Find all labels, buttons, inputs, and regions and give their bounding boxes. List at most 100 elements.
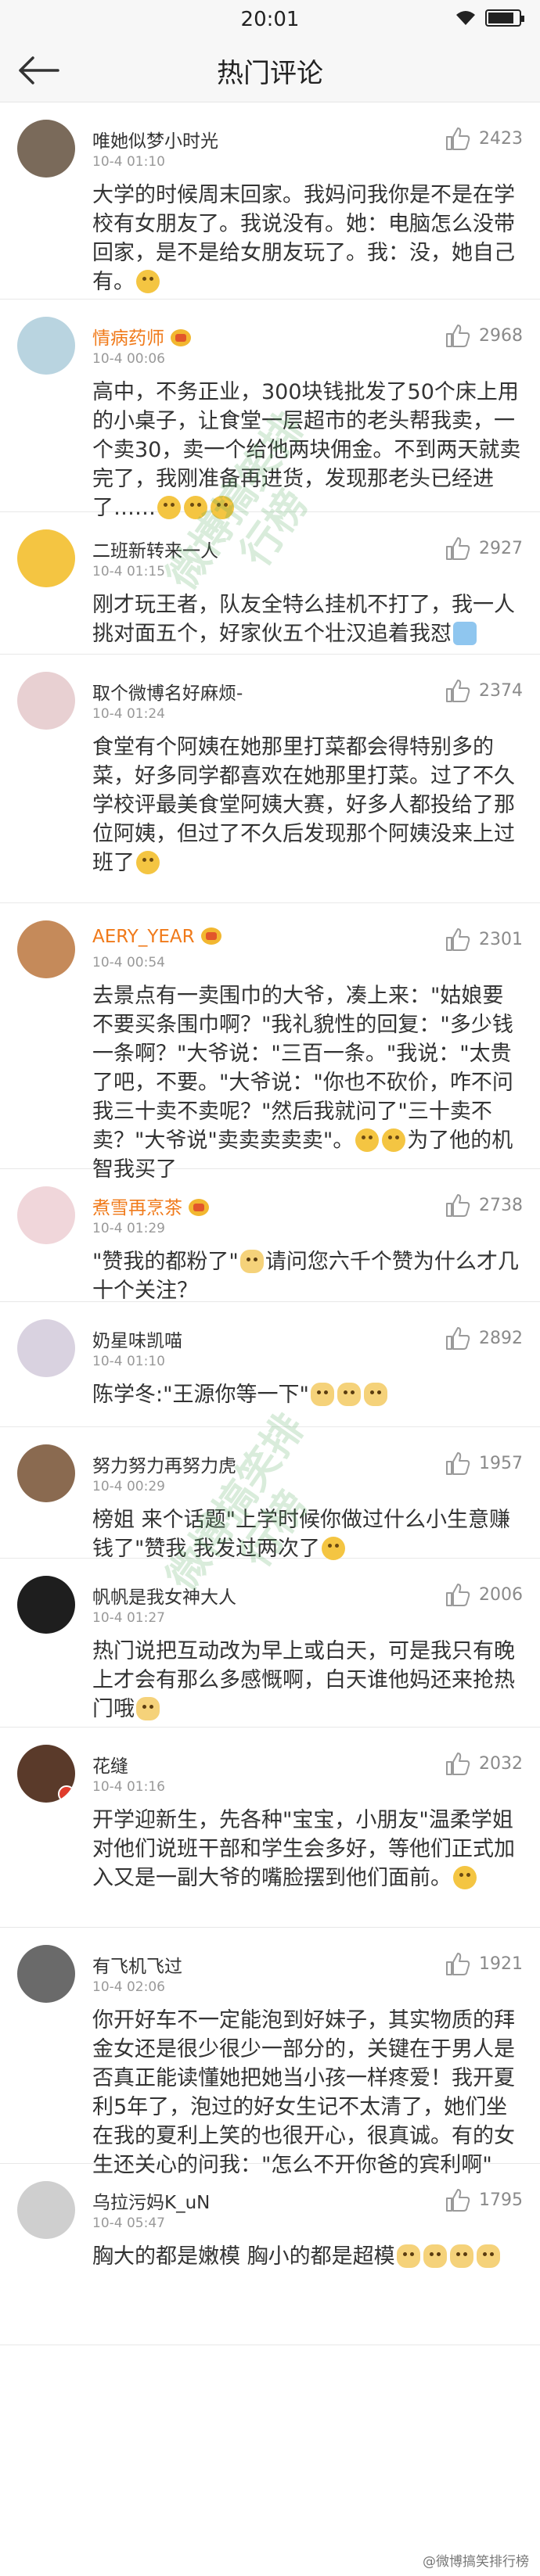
like-button[interactable]: 2423 [445,126,523,151]
avatar[interactable] [17,920,75,978]
comment-body: 刚才玩王者，队友全特么挂机不打了，我一人挑对面五个，好家伙五个壮汉追着我怼 [92,593,515,646]
comment-time: 10-4 00:29 [92,1479,165,1494]
comment-body: 去景点有一卖围巾的大爷，凑上来："姑娘要不要买条围巾啊？"我礼貌性的回复："多少… [92,984,513,1153]
like-button[interactable]: 2927 [445,536,523,561]
username-text: 努力努力再努力虎 [92,1456,236,1476]
smile-emoji-icon [136,851,160,874]
username[interactable]: 乌拉污妈K_uN [92,2187,210,2214]
comment-item: AERY_YEAR 10-4 00:54 2301 去景点有一卖围巾的大爷，凑上来："… [0,903,540,1182]
comment-text: 陈学冬:"王源你等一下" [92,1380,524,1409]
comment-body: 你开好车不一定能泡到好妹子，其实物质的拜金女还是很少很少一部分的，关键在于男人是… [92,2008,515,2177]
comment-text: 食堂有个阿姨在她那里打菜都会得特别多的菜，好多同学都喜欢在她那里打菜。过了不久学… [92,733,524,877]
username[interactable]: 煮雪再烹茶 [92,1193,209,1219]
cat-emoji-icon [423,2244,447,2268]
username[interactable]: 情病药师 [92,323,191,350]
status-bar: 20:01 [0,0,540,39]
like-button[interactable]: 2301 [445,927,523,952]
username[interactable]: 二班新转来一人 [92,536,218,562]
thumbs-up-icon [446,325,470,347]
cat-emoji-icon [476,2244,500,2268]
comment-list: 唯她似梦小时光 10-4 01:10 2423 大学的时候周末回家。我妈问我你是不是在… [0,102,540,2345]
cat-emoji-icon [239,1250,264,1273]
like-button[interactable]: 2006 [445,1582,523,1607]
like-count: 2423 [479,128,523,149]
username[interactable]: 帆帆是我女神大人 [92,1582,236,1609]
comment-item: 花缝 10-4 01:16 2032 开学迎新生，先各种"宝宝，小朋友"温柔学姐对他们… [0,1727,540,1928]
comment-time: 10-4 00:06 [92,351,165,367]
like-button[interactable]: 1957 [445,1451,523,1476]
username[interactable]: 取个微博名好麻烦- [92,678,243,705]
avatar[interactable] [17,1444,75,1502]
comment-text: 榜姐 来个话题"上学时候你做过什么小生意赚钱了"赞我 我发过两次了 [92,1505,524,1563]
smile-emoji-icon [355,1128,380,1152]
like-button[interactable]: 2032 [445,1751,523,1776]
username[interactable]: 努力努力再努力虎 [92,1451,236,1477]
thumbs-up-icon [446,928,470,951]
like-button[interactable]: 1921 [445,1951,523,1976]
like-button[interactable]: 2892 [445,1326,523,1351]
avatar[interactable] [17,2181,75,2239]
avatar[interactable] [17,529,75,587]
comment-item: 二班新转来一人 10-4 01:15 2927 刚才玩王者，队友全特么挂机不打了，我一… [0,512,540,655]
comment-text: 刚才玩王者，队友全特么挂机不打了，我一人挑对面五个，好家伙五个壮汉追着我怼 [92,590,524,648]
username-text: 二班新转来一人 [92,541,218,561]
avatar[interactable] [17,1576,75,1634]
avatar[interactable] [17,1945,75,2003]
username[interactable]: 奶星味凯喵 [92,1326,182,1352]
comment-time: 10-4 00:54 [92,955,165,970]
like-button[interactable]: 2738 [445,1193,523,1218]
comment-text: 高中，不务正业，300块钱批发了50个床上用的小桌子，让食堂一层超市的老头帮我卖… [92,378,524,522]
comment-item: 帆帆是我女神大人 10-4 01:27 2006 热门说把互动改为早上或白天，可是我只… [0,1559,540,1727]
avatar[interactable] [17,317,75,375]
username-text: 唯她似梦小时光 [92,131,218,152]
comment-item: 努力努力再努力虎 10-4 00:29 1957 榜姐 来个话题"上学时候你做过什么小… [0,1427,540,1561]
comment-body: 胸大的都是嫩模 胸小的都是超模 [92,2244,395,2269]
comment-time: 10-4 01:29 [92,1221,165,1236]
toilet-emoji-icon [453,622,477,645]
smile-emoji-icon [382,1128,406,1152]
comment-body: 高中，不务正业，300块钱批发了50个床上用的小桌子，让食堂一层超市的老头帮我卖… [92,380,521,520]
like-count: 2927 [479,538,523,558]
comment-item: 奶星味凯喵 10-4 01:10 2892 陈学冬:"王源你等一下" [0,1302,540,1427]
username[interactable]: 唯她似梦小时光 [92,126,218,152]
smile-emoji-icon [453,1866,477,1889]
status-icons [455,9,524,27]
like-button[interactable]: 2968 [445,323,523,348]
comment-text: 去景点有一卖围巾的大爷，凑上来："姑娘要不要买条围巾啊？"我礼貌性的回复："多少… [92,981,524,1184]
member-badge-icon [171,329,191,346]
username[interactable]: 有飞机飞过 [92,1951,182,1978]
thumbs-up-icon [446,680,470,702]
smile-emoji-icon [136,270,160,293]
avatar[interactable] [17,1319,75,1377]
username[interactable]: 花缝 [92,1751,128,1778]
username[interactable]: AERY_YEAR [92,927,221,947]
avatar[interactable] [17,1186,75,1244]
comment-body: 开学迎新生，先各种"宝宝，小朋友"温柔学姐对他们说班干部和学生会多好，等他们正式… [92,1808,515,1890]
comment-item: 煮雪再烹茶 10-4 01:29 2738 "赞我的都粉了" 请问您六千个赞为什么才几十… [0,1169,540,1305]
cat-emoji-icon [310,1383,334,1406]
like-count: 2006 [479,1584,523,1605]
smile-emoji-icon [322,1537,346,1560]
thumbs-up-icon [446,537,470,560]
thumbs-up-icon [446,1327,470,1350]
thumbs-up-icon [446,1953,470,1975]
avatar[interactable] [17,672,75,730]
like-count: 2968 [479,325,523,346]
like-button[interactable]: 2374 [445,678,523,703]
cat-emoji-icon [363,1383,387,1406]
footer-watermark: @微博搞笑排行榜 [423,2554,529,2570]
like-button[interactable]: 1795 [445,2187,523,2212]
comment-text: "赞我的都粉了" 请问您六千个赞为什么才几十个关注？ [92,1247,524,1305]
avatar[interactable] [17,1745,75,1803]
username-text: AERY_YEAR [92,927,195,947]
comment-body: "赞我的都粉了" [92,1250,239,1274]
comment-time: 10-4 01:10 [92,154,165,170]
page-title: 热门评论 [217,57,323,89]
avatar[interactable] [17,120,75,178]
username-text: 情病药师 [92,328,164,349]
battery-icon [485,9,524,27]
back-arrow-icon[interactable] [17,55,61,86]
thumbs-up-icon [446,2189,470,2212]
username-text: 乌拉污妈K_uN [92,2193,211,2213]
username-text: 花缝 [92,1756,128,1777]
